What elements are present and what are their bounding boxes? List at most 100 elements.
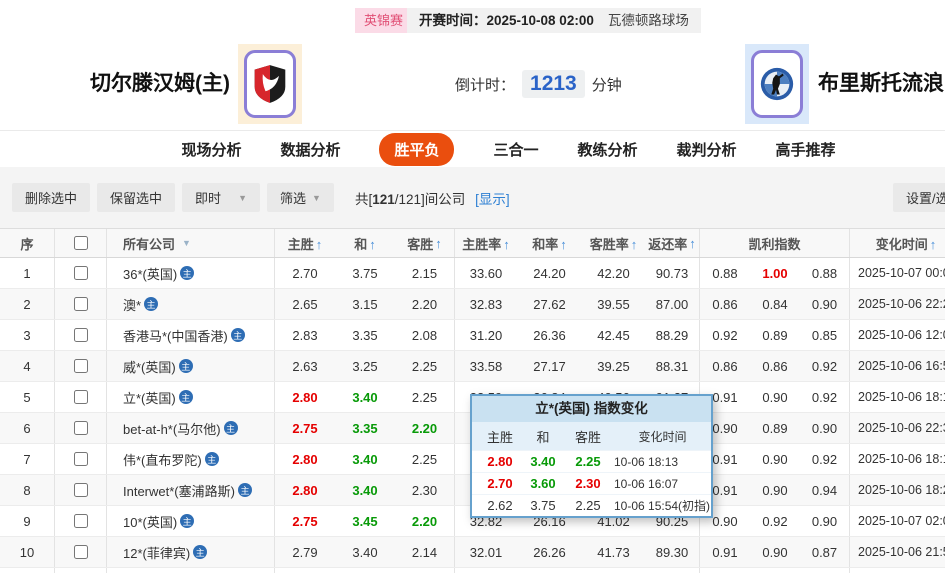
row-checkbox-cell [55, 475, 107, 505]
col-home-odds[interactable]: 主胜 ↑ [275, 234, 335, 253]
company-name[interactable]: 伟*(直布罗陀) 主 [107, 444, 275, 474]
kickoff-info: 开赛时间：2025-10-08 02:00 瓦德顿路球场 [407, 8, 701, 33]
draw-odds[interactable]: 3.40 [335, 390, 395, 405]
tab-win-draw-lose[interactable]: 胜平负 [379, 132, 455, 166]
home-odds[interactable]: 2.83 [275, 328, 335, 343]
kelly-away: 0.87 [811, 544, 838, 560]
company-name[interactable]: Interwet*(塞浦路斯) 主 [107, 475, 275, 505]
company-name[interactable]: 10*(英国) 主 [107, 506, 275, 536]
home-odds[interactable]: 2.80 [275, 452, 335, 467]
popup-away-odds: 2.25 [575, 498, 601, 513]
col-draw-odds[interactable]: 和 ↑ [335, 234, 395, 253]
row-checkbox[interactable] [73, 514, 88, 528]
tab-data-analysis[interactable]: 数据分析 [280, 139, 340, 160]
company-count: 共[121/121]间公司 [显示] [354, 191, 510, 207]
row-checkbox[interactable] [73, 483, 88, 497]
away-odds-cell: 2.25 [395, 351, 455, 381]
select-all-checkbox[interactable] [73, 236, 88, 250]
row-checkbox[interactable] [73, 390, 88, 404]
row-checkbox[interactable] [73, 297, 88, 311]
draw-odds[interactable]: 3.15 [335, 297, 395, 312]
home-odds[interactable]: 2.70 [275, 266, 335, 281]
away-odds[interactable]: 2.20 [412, 421, 437, 436]
col-company[interactable]: 所有公司 ▼ [107, 229, 275, 257]
popup-title: 立*(英国) 指数变化 [472, 396, 711, 422]
col-draw-rate[interactable]: 和率 ↑ [517, 234, 582, 253]
home-odds[interactable]: 2.80 [275, 483, 335, 498]
draw-odds[interactable]: 3.40 [335, 483, 395, 498]
away-odds[interactable]: 2.15 [412, 266, 437, 281]
kelly-draw: 1.00 [762, 265, 788, 281]
draw-odds[interactable]: 3.45 [335, 514, 395, 529]
col-change-time[interactable]: 变化时间 ↑ [850, 234, 945, 253]
popup-row: 2.70 3.60 2.30 10-06 16:07 [472, 472, 711, 494]
home-odds[interactable]: 2.63 [275, 359, 335, 374]
away-odds[interactable]: 2.25 [412, 359, 437, 374]
kelly-away: 0.88 [811, 265, 838, 281]
away-odds-cell: 2.08 [395, 320, 455, 350]
home-odds[interactable]: 2.75 [275, 421, 335, 436]
home-odds[interactable]: 2.80 [275, 390, 335, 405]
col-return-rate[interactable]: 返还率 ↑ [645, 229, 700, 257]
away-odds[interactable]: 2.20 [412, 514, 437, 529]
draw-odds[interactable]: 3.75 [335, 266, 395, 281]
tab-live-analysis[interactable]: 现场分析 [181, 139, 241, 160]
row-checkbox[interactable] [73, 359, 88, 373]
col-away-rate[interactable]: 客胜率 ↑ [582, 234, 645, 253]
away-odds[interactable]: 2.25 [412, 390, 437, 405]
sort-asc-icon: ↑ [630, 236, 638, 252]
kelly-away: 0.90 [811, 420, 838, 436]
company-name[interactable]: 威*(英国) 主 [107, 351, 275, 381]
draw-odds[interactable]: 3.25 [335, 359, 395, 374]
change-time: 2025-10-06 12:02 [858, 328, 945, 342]
tab-three-in-one[interactable]: 三合一 [493, 139, 538, 160]
row-checkbox-cell [55, 320, 107, 350]
away-odds[interactable]: 2.25 [412, 452, 437, 467]
away-odds[interactable]: 2.30 [412, 483, 437, 498]
company-label: 香港马*(中国香港) [123, 328, 228, 344]
row-checkbox[interactable] [73, 452, 88, 466]
delete-selected-button[interactable]: 删除选中 [12, 183, 91, 212]
settings-button[interactable]: 设置/选择 [893, 183, 945, 212]
home-odds[interactable]: 2.79 [275, 545, 335, 560]
popup-change-time: 10-06 15:54(初指) [614, 499, 711, 513]
company-name[interactable]: 澳* 主 [107, 289, 275, 319]
home-team-logo [238, 44, 302, 124]
sort-asc-icon: ↑ [929, 236, 937, 252]
draw-odds[interactable]: 3.35 [335, 421, 395, 436]
company-name[interactable]: 36*(英国) 主 [107, 258, 275, 288]
change-time: 2025-10-06 18:20 [858, 483, 945, 497]
tab-referee-analysis[interactable]: 裁判分析 [677, 139, 737, 160]
company-name[interactable]: 香港马*(中国香港) 主 [107, 320, 275, 350]
row-seq: 9 [0, 506, 55, 536]
draw-odds[interactable]: 3.40 [335, 545, 395, 560]
tab-expert-picks[interactable]: 高手推荐 [776, 139, 836, 160]
home-odds[interactable]: 2.65 [275, 297, 335, 312]
away-odds-cell: 2.15 [395, 258, 455, 288]
row-checkbox[interactable] [73, 328, 88, 342]
home-odds[interactable]: 2.75 [275, 514, 335, 529]
filter-dropdown[interactable]: 筛选 ▼ [267, 183, 334, 212]
company-name[interactable]: 立*(英国) 主 [107, 382, 275, 412]
time-filter-dropdown[interactable]: 即时 ▼ [182, 183, 261, 212]
away-odds[interactable]: 2.08 [412, 328, 437, 343]
draw-odds[interactable]: 3.40 [335, 452, 395, 467]
show-link[interactable]: [显示] [475, 192, 510, 207]
table-row-partial [0, 568, 945, 573]
row-seq: 6 [0, 413, 55, 443]
row-checkbox[interactable] [73, 545, 88, 559]
draw-odds[interactable]: 3.35 [335, 328, 395, 343]
sort-asc-icon: ↑ [560, 236, 567, 252]
row-checkbox[interactable] [73, 266, 88, 280]
col-away-odds[interactable]: 客胜 ↑ [395, 229, 455, 257]
popup-away-odds: 2.25 [575, 454, 601, 469]
sort-asc-icon: ↑ [369, 236, 376, 252]
row-checkbox[interactable] [73, 421, 88, 435]
col-home-rate[interactable]: 主胜率 ↑ [455, 234, 517, 253]
away-odds[interactable]: 2.20 [412, 297, 437, 312]
company-name[interactable]: bet-at-h*(马尔他) 主 [107, 413, 275, 443]
company-name[interactable]: 12*(菲律宾) 主 [107, 537, 275, 567]
away-odds[interactable]: 2.14 [412, 545, 437, 560]
tab-coach-analysis[interactable]: 教练分析 [578, 139, 638, 160]
keep-selected-button[interactable]: 保留选中 [97, 183, 176, 212]
